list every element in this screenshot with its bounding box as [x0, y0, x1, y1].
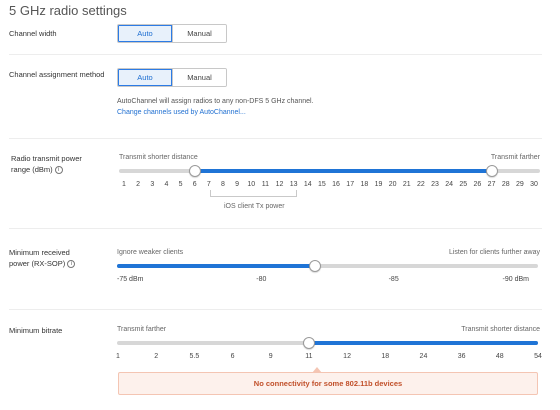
- rx-sop-label: Minimum received power (RX-SOP) i: [9, 247, 76, 269]
- rx-left-hint: Ignore weaker clients: [117, 249, 184, 256]
- tick-label: 11: [305, 353, 313, 360]
- tick-label: 30: [530, 181, 538, 188]
- tick-label: 18: [360, 181, 369, 188]
- channel-width-manual-button[interactable]: Manual: [172, 25, 226, 42]
- tick-label: 1: [122, 181, 126, 188]
- bitrate-warning: No connectivity for some 802.11b devices: [118, 372, 538, 395]
- tick-label: 7: [206, 181, 211, 188]
- bitrate-fill: [308, 341, 538, 345]
- tx-power-range-fill: [194, 169, 492, 173]
- divider: [9, 54, 542, 55]
- tx-right-hint: Transmit farther: [490, 154, 540, 161]
- tick-label: 48: [495, 353, 504, 360]
- tick-label: 4: [164, 181, 169, 188]
- channel-assignment-manual-button[interactable]: Manual: [172, 69, 226, 86]
- tick-label: -85: [388, 276, 399, 283]
- tx-left-hint: Transmit shorter distance: [119, 154, 198, 161]
- tick-label: -80: [256, 276, 267, 283]
- tick-label: 19: [374, 181, 383, 188]
- tick-label: -75 dBm: [117, 276, 144, 283]
- tx-power-label-line1: Radio transmit power: [11, 154, 82, 163]
- channel-width-auto-button[interactable]: Auto: [118, 25, 172, 42]
- tick-label: -90 dBm: [502, 276, 529, 283]
- bitrate-left-hint: Transmit farther: [117, 326, 167, 333]
- tick-label: 12: [275, 181, 284, 188]
- autochannel-description: AutoChannel will assign radios to any no…: [117, 98, 314, 105]
- channel-assignment-toggle: Auto Manual: [117, 68, 227, 87]
- tick-label: 23: [431, 181, 439, 188]
- tick-label: 1: [116, 353, 120, 360]
- channel-width-toggle: Auto Manual: [117, 24, 227, 43]
- tick-label: 6: [192, 181, 197, 188]
- rx-sop-label-line1: Minimum received: [9, 248, 70, 257]
- ios-range-bracket: [210, 190, 297, 197]
- tick-label: 13: [289, 181, 298, 188]
- ios-tx-label: iOS client Tx power: [224, 203, 285, 210]
- tx-power-min-handle[interactable]: [188, 165, 201, 177]
- tick-label: 6: [230, 353, 235, 360]
- rx-sop-handle[interactable]: [308, 260, 321, 272]
- tick-label: 12: [343, 353, 351, 360]
- tick-label: 20: [388, 181, 397, 188]
- tick-label: 3: [150, 181, 155, 188]
- tick-label: 29: [515, 181, 524, 188]
- rx-right-hint: Listen for clients further away: [448, 249, 540, 256]
- min-bitrate-label: Minimum bitrate: [9, 326, 63, 335]
- info-icon[interactable]: i: [54, 166, 63, 175]
- divider: [9, 309, 542, 310]
- tick-label: 22: [416, 181, 425, 188]
- tick-label: 27: [487, 181, 496, 188]
- tick-label: 36: [457, 353, 466, 360]
- tick-label: 2: [136, 181, 141, 188]
- tick-label: 24: [445, 181, 454, 188]
- tx-power-max-handle[interactable]: [485, 165, 498, 177]
- tick-label: 16: [332, 181, 340, 188]
- channel-width-label: Channel width: [9, 29, 57, 38]
- channel-assignment-label: Channel assignment method: [9, 70, 105, 79]
- tick-label: 25: [459, 181, 468, 188]
- rx-sop-label-line2: power (RX-SOP): [9, 259, 66, 268]
- tick-label: 9: [268, 353, 273, 360]
- tick-label: 14: [303, 181, 312, 188]
- tick-label: 2: [154, 353, 159, 360]
- tick-label: 5: [178, 181, 183, 188]
- bitrate-handle[interactable]: [302, 337, 315, 349]
- tick-label: 26: [473, 181, 482, 188]
- tick-label: 18: [381, 353, 390, 360]
- divider: [9, 228, 542, 229]
- tick-label: 21: [402, 181, 411, 188]
- tick-label: 8: [221, 181, 225, 188]
- info-icon[interactable]: i: [67, 260, 76, 269]
- bitrate-right-hint: Transmit shorter distance: [461, 326, 540, 333]
- tick-label: 15: [318, 181, 326, 188]
- change-channels-link[interactable]: Change channels used by AutoChannel...: [117, 109, 246, 116]
- tick-label: 54: [534, 353, 542, 360]
- tick-label: 5.5: [189, 353, 200, 360]
- tx-power-label-line2: range (dBm): [11, 165, 53, 174]
- rx-sop-fill: [117, 264, 315, 268]
- tick-label: 11: [261, 181, 270, 188]
- tick-label: 10: [247, 181, 256, 188]
- tick-label: 9: [235, 181, 240, 188]
- tx-power-label: Radio transmit power range (dBm) i: [11, 153, 82, 175]
- divider: [9, 138, 542, 139]
- tick-label: 17: [346, 181, 355, 188]
- page-title: 5 GHz radio settings: [9, 3, 127, 18]
- tick-label: 24: [419, 353, 428, 360]
- tick-label: 28: [501, 181, 510, 188]
- channel-assignment-auto-button[interactable]: Auto: [118, 69, 172, 86]
